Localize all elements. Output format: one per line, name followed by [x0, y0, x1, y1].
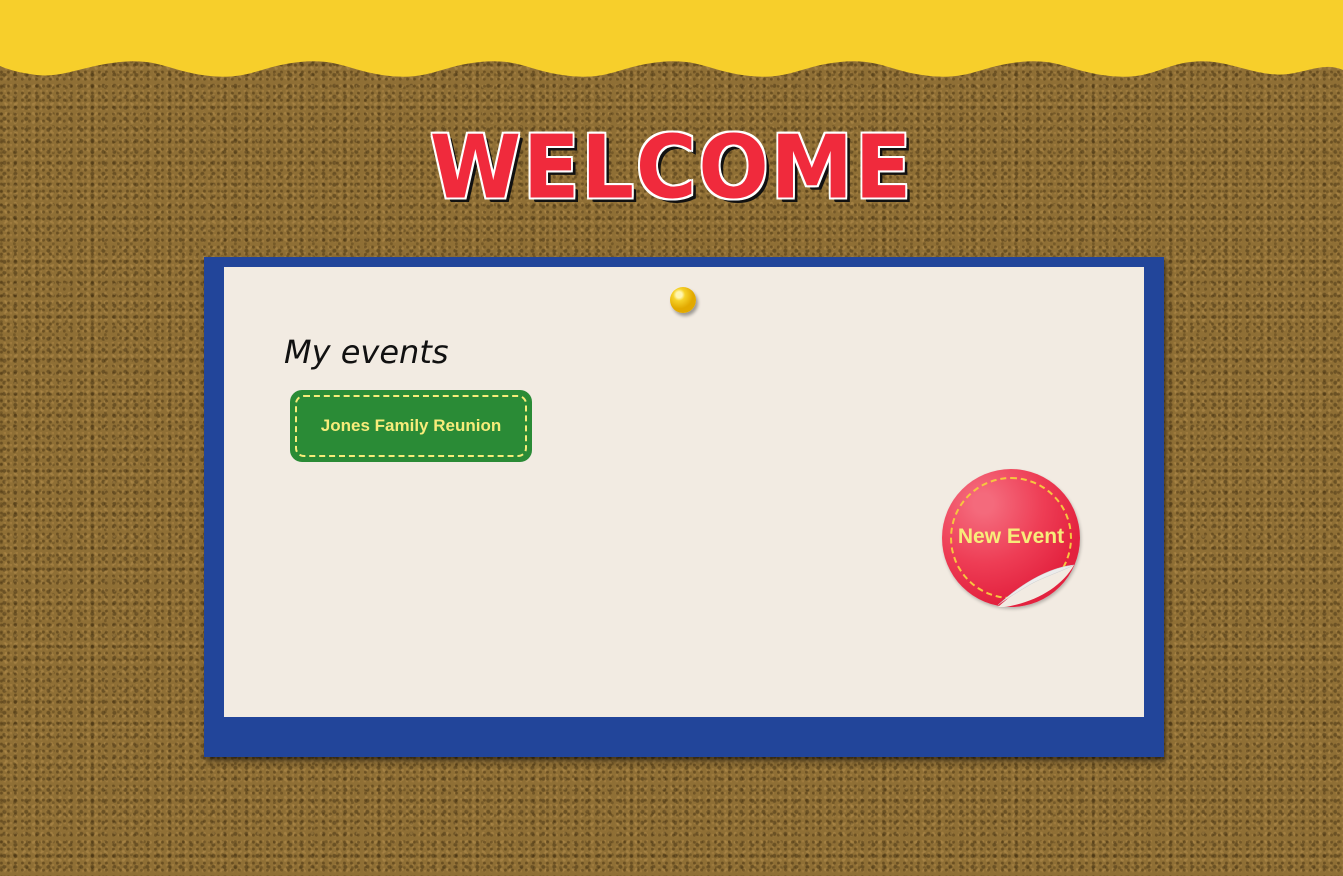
new-event-label: New Event [957, 525, 1065, 548]
events-board: My events Jones Family Reunion New Event [204, 257, 1164, 757]
top-wave-banner [0, 0, 1343, 77]
welcome-title: WELCOME [429, 116, 914, 219]
events-paper: My events Jones Family Reunion New Event [224, 267, 1144, 717]
section-title: My events [284, 333, 449, 371]
new-event-button[interactable]: New Event [942, 469, 1080, 607]
event-button-jones-family-reunion[interactable]: Jones Family Reunion [290, 390, 532, 462]
event-button-label: Jones Family Reunion [320, 416, 502, 435]
pushpin-icon [670, 287, 696, 313]
